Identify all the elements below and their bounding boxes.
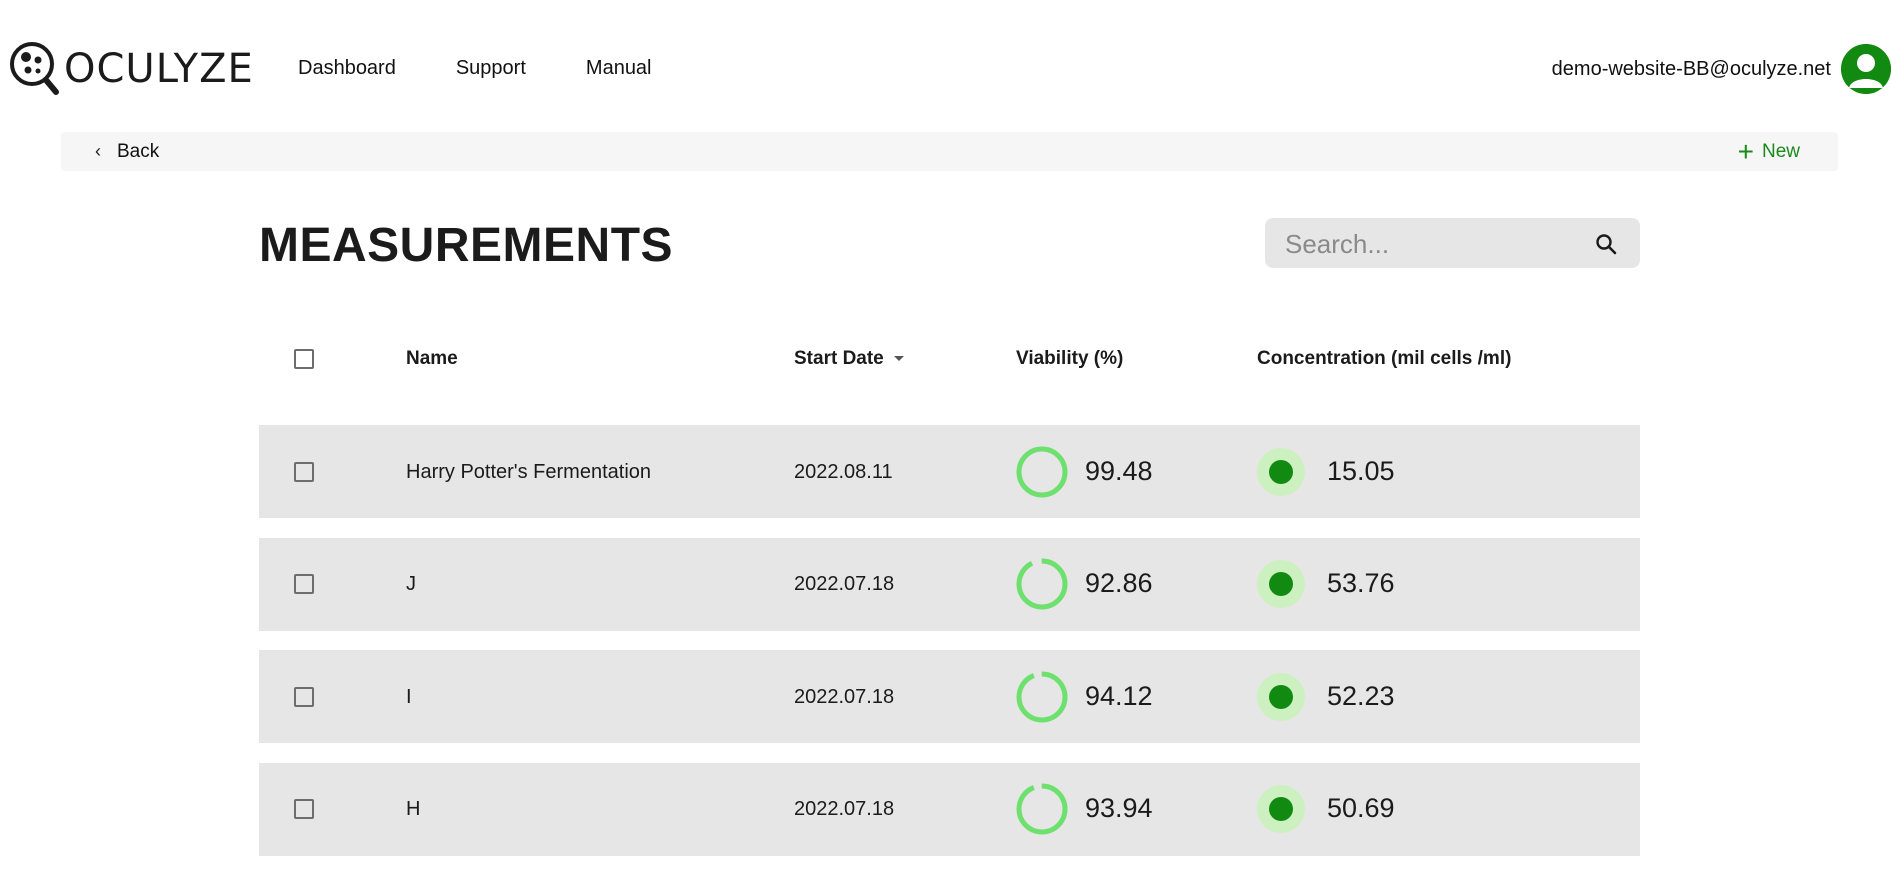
row-start-date: 2022.08.11 bbox=[794, 461, 893, 483]
plus-icon: + bbox=[1737, 135, 1754, 167]
row-checkbox[interactable] bbox=[294, 462, 314, 482]
logo-magnifier-icon bbox=[10, 42, 59, 95]
chevron-left-icon: ‹ bbox=[95, 141, 101, 161]
row-start-date: 2022.07.18 bbox=[794, 686, 895, 708]
search-icon[interactable] bbox=[1594, 232, 1618, 256]
table-header: Name Start Date Viability (%) Concentrat… bbox=[259, 340, 1640, 380]
row-name: J bbox=[406, 573, 416, 595]
viability-ring-icon bbox=[1016, 783, 1068, 835]
viability-ring-icon bbox=[1016, 671, 1068, 723]
nav-dashboard[interactable]: Dashboard bbox=[298, 57, 396, 80]
user-email: demo-website-BB@oculyze.net bbox=[1551, 57, 1831, 80]
action-bar: ‹ Back + New bbox=[61, 132, 1838, 171]
avatar[interactable] bbox=[1841, 44, 1891, 94]
back-button[interactable]: ‹ Back bbox=[95, 132, 159, 171]
row-start-date: 2022.07.18 bbox=[794, 798, 895, 820]
column-start-date-label: Start Date bbox=[794, 348, 884, 369]
viability-ring-icon bbox=[1016, 558, 1068, 610]
new-button[interactable]: + New bbox=[1738, 132, 1800, 171]
viability-ring-icon bbox=[1016, 446, 1068, 498]
main-nav: Dashboard Support Manual bbox=[298, 57, 712, 80]
column-name[interactable]: Name bbox=[406, 348, 458, 370]
logo-text: OCULYZE bbox=[64, 46, 254, 92]
row-viability: 93.94 bbox=[1085, 793, 1153, 823]
concentration-dot-icon bbox=[1257, 448, 1305, 496]
table-row[interactable]: Harry Potter's Fermentation 2022.08.11 9… bbox=[259, 425, 1640, 518]
user-avatar-icon bbox=[1841, 44, 1891, 94]
column-viability[interactable]: Viability (%) bbox=[1016, 348, 1123, 370]
row-concentration: 53.76 bbox=[1327, 568, 1395, 598]
table-row[interactable]: H 2022.07.18 93.94 50.69 bbox=[259, 763, 1640, 856]
row-viability: 99.48 bbox=[1085, 456, 1153, 486]
row-viability: 94.12 bbox=[1085, 681, 1153, 711]
sort-desc-icon bbox=[893, 356, 904, 362]
back-label: Back bbox=[117, 140, 160, 162]
column-start-date[interactable]: Start Date bbox=[794, 348, 904, 370]
user-menu[interactable]: demo-website-BB@oculyze.net bbox=[1552, 44, 1891, 94]
top-header: OCULYZE Dashboard Support Manual demo-we… bbox=[0, 0, 1891, 130]
row-checkbox[interactable] bbox=[294, 574, 314, 594]
row-start-date: 2022.07.18 bbox=[794, 573, 895, 595]
table-row[interactable]: I 2022.07.18 94.12 52.23 bbox=[259, 650, 1640, 743]
page-title: MEASUREMENTS bbox=[259, 219, 674, 272]
row-concentration: 50.69 bbox=[1327, 793, 1395, 823]
new-label: New bbox=[1761, 140, 1800, 162]
search-input[interactable] bbox=[1283, 218, 1587, 270]
row-name: H bbox=[406, 798, 421, 820]
row-checkbox[interactable] bbox=[294, 687, 314, 707]
concentration-dot-icon bbox=[1257, 785, 1305, 833]
row-concentration: 15.05 bbox=[1327, 456, 1395, 486]
nav-manual[interactable]: Manual bbox=[586, 57, 652, 80]
row-viability: 92.86 bbox=[1085, 568, 1153, 598]
nav-support[interactable]: Support bbox=[456, 57, 526, 80]
concentration-dot-icon bbox=[1257, 560, 1305, 608]
search-box bbox=[1265, 218, 1640, 270]
row-concentration: 52.23 bbox=[1327, 681, 1395, 711]
column-concentration[interactable]: Concentration (mil cells /ml) bbox=[1257, 348, 1511, 370]
select-all-checkbox[interactable] bbox=[294, 349, 314, 369]
concentration-dot-icon bbox=[1257, 673, 1305, 721]
oculyze-logo[interactable]: OCULYZE bbox=[8, 40, 254, 98]
row-name: I bbox=[406, 686, 412, 708]
row-checkbox[interactable] bbox=[294, 799, 314, 819]
row-name: Harry Potter's Fermentation bbox=[406, 461, 652, 483]
table-row[interactable]: J 2022.07.18 92.86 53.76 bbox=[259, 538, 1640, 631]
